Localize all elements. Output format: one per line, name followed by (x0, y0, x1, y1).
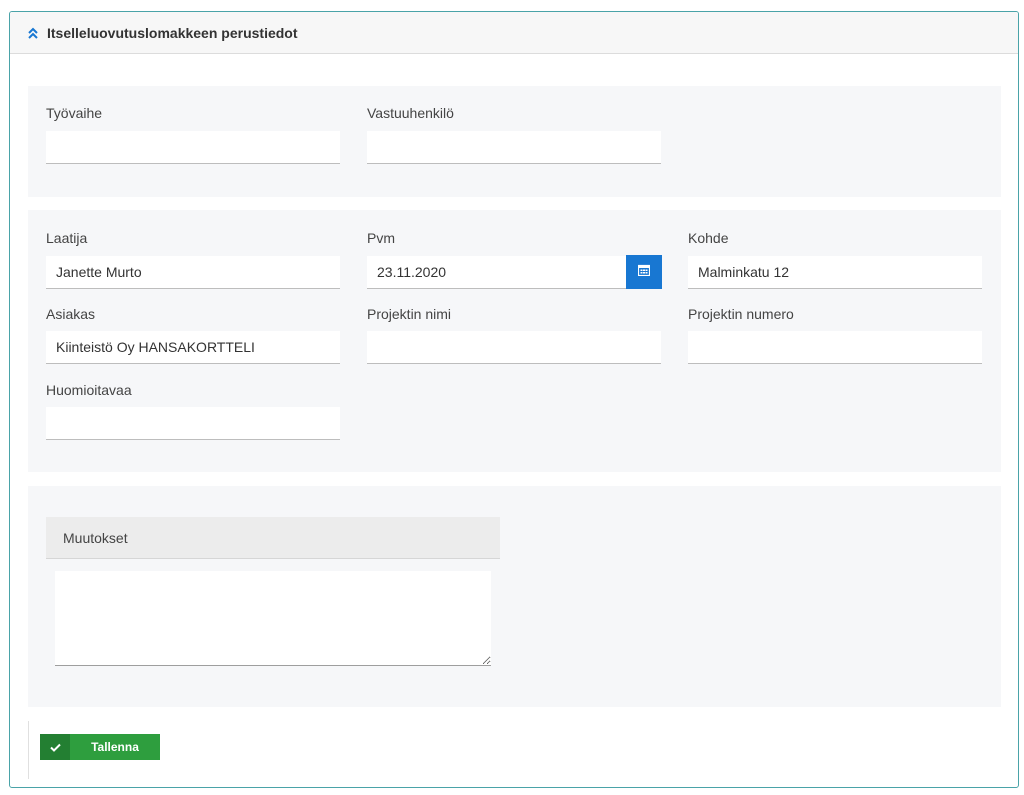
projektin-nimi-input[interactable] (367, 331, 661, 364)
asiakas-input[interactable] (46, 331, 340, 364)
panel-title: Itselleluovutuslomakkeen perustiedot (47, 24, 298, 41)
tyovaihe-label: Työvaihe (46, 105, 103, 121)
save-button[interactable]: Tallenna (40, 734, 160, 760)
tyovaihe-input[interactable] (46, 131, 340, 164)
pvm-label: Pvm (367, 230, 395, 246)
muutokset-textarea[interactable] (55, 571, 491, 666)
vastuuhenkilo-input[interactable] (367, 131, 661, 164)
pvm-input[interactable] (367, 256, 626, 289)
calendar-icon (637, 263, 651, 281)
section-basic-info: Laatija Pvm Kohde Asiakas Proj (28, 210, 1001, 472)
section-changes: Muutokset (28, 486, 1001, 707)
calendar-button[interactable] (626, 255, 662, 289)
check-icon (40, 734, 70, 760)
vastuuhenkilo-label: Vastuuhenkilö (367, 105, 454, 121)
kohde-label: Kohde (688, 230, 729, 246)
panel-header[interactable]: Itselleluovutuslomakkeen perustiedot (10, 12, 1018, 54)
laatija-input[interactable] (46, 256, 340, 289)
form-panel: Itselleluovutuslomakkeen perustiedot Työ… (9, 11, 1019, 788)
projektin-nimi-label: Projektin nimi (367, 306, 452, 322)
double-chevron-up-icon[interactable] (27, 26, 39, 40)
kohde-input[interactable] (688, 256, 982, 289)
huomioitavaa-input[interactable] (46, 407, 340, 440)
save-button-label: Tallenna (91, 740, 139, 754)
huomioitavaa-label: Huomioitavaa (46, 382, 132, 398)
muutokset-header: Muutokset (46, 517, 500, 559)
projektin-numero-input[interactable] (688, 331, 982, 364)
asiakas-label: Asiakas (46, 306, 96, 322)
footer-divider (28, 721, 29, 779)
projektin-numero-label: Projektin numero (688, 306, 794, 322)
laatija-label: Laatija (46, 230, 88, 246)
section-work-info: Työvaihe Vastuuhenkilö (28, 86, 1001, 197)
muutokset-label: Muutokset (63, 529, 128, 546)
